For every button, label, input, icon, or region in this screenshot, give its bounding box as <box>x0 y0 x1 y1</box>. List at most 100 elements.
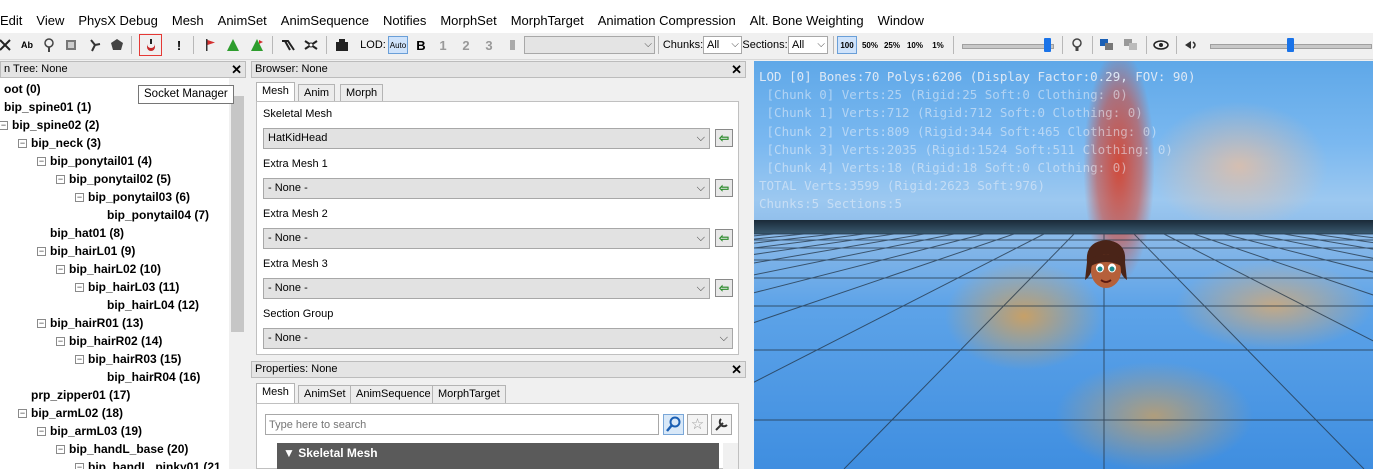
menu-edit[interactable]: Edit <box>0 9 29 33</box>
collapse-icon[interactable]: − <box>56 337 65 346</box>
tree-item[interactable]: bip_ponytail03 (6) <box>88 188 190 206</box>
collapse-icon[interactable]: − <box>0 121 8 130</box>
tree-item[interactable]: bip_hat01 (8) <box>50 224 124 242</box>
red-flag-icon[interactable] <box>201 35 219 55</box>
tree-item[interactable]: bip_hairR01 (13) <box>50 314 143 332</box>
tree-item[interactable]: bip_handL_base (20) <box>69 440 188 458</box>
collapse-icon[interactable]: − <box>18 409 27 418</box>
tree-item[interactable]: bip_ponytail01 (4) <box>50 152 152 170</box>
collapse-icon[interactable]: − <box>37 247 46 256</box>
tree-item[interactable]: bip_hairR02 (14) <box>69 332 162 350</box>
mesh-select[interactable]: - None - ⌵ <box>263 278 710 299</box>
collapse-icon[interactable]: − <box>37 427 46 436</box>
tree-scrollbar[interactable] <box>229 78 246 469</box>
eye-icon[interactable] <box>1152 35 1170 55</box>
tree-item[interactable]: bip_spine01 (1) <box>4 98 91 116</box>
zoom-100-button[interactable]: 100 <box>837 36 857 54</box>
tree-item[interactable]: bip_hairL03 (11) <box>88 278 179 296</box>
close-icon[interactable]: ✕ <box>731 62 742 77</box>
exclamation-icon[interactable]: ! <box>172 35 186 55</box>
collapse-icon[interactable]: − <box>18 139 27 148</box>
close-icon[interactable]: ✕ <box>731 362 742 377</box>
collapse-icon[interactable]: − <box>37 157 46 166</box>
tree-item[interactable]: bip_handL_pinky01 (21 <box>88 458 221 469</box>
use-selected-arrow-icon[interactable]: ⇦ <box>715 179 733 197</box>
playback-slider-thumb[interactable] <box>1044 38 1051 52</box>
menu-view[interactable]: View <box>29 9 71 33</box>
camera-icon[interactable] <box>333 35 351 55</box>
zoom-10-button[interactable]: 10% <box>905 35 925 55</box>
green-triangle-icon[interactable] <box>224 35 242 55</box>
lod-2-button[interactable]: 2 <box>459 35 473 55</box>
green-triangle-flag-icon[interactable] <box>248 35 266 55</box>
use-selected-arrow-icon[interactable]: ⇦ <box>715 129 733 147</box>
tab-props-animsequence[interactable]: AnimSequence <box>350 385 437 403</box>
tree-item[interactable]: oot (0) <box>4 80 41 98</box>
menu-animsequence[interactable]: AnimSequence <box>274 9 376 33</box>
collapse-icon[interactable]: − <box>56 445 65 454</box>
use-selected-arrow-icon[interactable]: ⇦ <box>715 279 733 297</box>
tree-item[interactable]: bip_armL02 (18) <box>31 404 123 422</box>
collapse-icon[interactable]: − <box>75 355 84 364</box>
lod-1-button[interactable]: 1 <box>436 35 450 55</box>
collapse-icon[interactable]: − <box>37 319 46 328</box>
tree-item[interactable]: bip_armL03 (19) <box>50 422 142 440</box>
mesh-select[interactable]: - None - ⌵ <box>263 178 710 199</box>
tree-item[interactable]: bip_ponytail04 (7) <box>107 206 209 224</box>
bone-names-icon[interactable]: Ab <box>18 35 36 55</box>
collapse-icon[interactable]: − <box>75 463 84 469</box>
wind-icon[interactable] <box>1182 35 1202 55</box>
collapse-icon[interactable]: − <box>75 283 84 292</box>
tab-morph[interactable]: Morph <box>340 84 384 102</box>
use-selected-arrow-icon[interactable]: ⇦ <box>715 229 733 247</box>
menu-notifies[interactable]: Notifies <box>376 9 433 33</box>
physics-icon[interactable] <box>302 35 320 55</box>
playback-slider-track[interactable] <box>962 44 1054 49</box>
tree-item[interactable]: bip_spine02 (2) <box>12 116 99 134</box>
skeleton-icon[interactable] <box>86 35 104 55</box>
mesh-select[interactable]: - None - ⌵ <box>263 328 733 349</box>
tab-mesh[interactable]: Mesh <box>256 82 295 102</box>
mesh-select[interactable]: HatKidHead ⌵ <box>263 128 710 149</box>
search-icon[interactable] <box>663 414 684 435</box>
wrench-icon[interactable] <box>711 414 732 435</box>
wireframe-icon[interactable] <box>62 35 80 55</box>
bone-icon[interactable] <box>0 35 12 55</box>
socket-manager-button[interactable] <box>139 34 162 56</box>
paste-icon[interactable] <box>1122 35 1140 55</box>
light-bulb-icon[interactable] <box>1068 35 1086 55</box>
menu-mesh[interactable]: Mesh <box>165 9 211 33</box>
tab-props-morphtarget[interactable]: MorphTarget <box>432 385 506 403</box>
collapse-icon[interactable]: − <box>56 175 65 184</box>
chunks-select[interactable]: All ⌵ <box>703 36 742 54</box>
lod-extra-icon[interactable] <box>506 35 520 55</box>
zoom-50-button[interactable]: 50% <box>860 35 880 55</box>
tab-props-mesh[interactable]: Mesh <box>256 383 295 403</box>
skeletal-mesh-category[interactable]: ▼ Skeletal Mesh <box>277 443 719 469</box>
tree-item[interactable]: prp_zipper01 (17) <box>31 386 130 404</box>
mesh-select[interactable]: - None - ⌵ <box>263 228 710 249</box>
collapse-icon[interactable]: − <box>75 193 84 202</box>
tree-item[interactable]: bip_hairR04 (16) <box>107 368 200 386</box>
menu-morphtarget[interactable]: MorphTarget <box>504 9 591 33</box>
properties-scrollbar[interactable] <box>723 443 738 469</box>
properties-search-input[interactable] <box>265 414 659 435</box>
tab-props-animset[interactable]: AnimSet <box>298 385 352 403</box>
tree-item[interactable]: bip_hairR03 (15) <box>88 350 181 368</box>
viewport[interactable]: LOD [0] Bones:70 Polys:6206 (Display Fac… <box>754 61 1373 469</box>
menu-physx-debug[interactable]: PhysX Debug <box>71 9 165 33</box>
menu-animation-compression[interactable]: Animation Compression <box>591 9 743 33</box>
wind-slider-thumb[interactable] <box>1287 38 1294 52</box>
shield-icon[interactable] <box>108 35 126 55</box>
zoom-25-button[interactable]: 25% <box>882 35 902 55</box>
tree-scrollbar-thumb[interactable] <box>231 96 244 332</box>
collapse-icon[interactable]: − <box>56 265 65 274</box>
menu-morphset[interactable]: MorphSet <box>433 9 503 33</box>
tree-item[interactable]: bip_neck (3) <box>31 134 101 152</box>
lod-auto-button[interactable]: Auto <box>388 36 408 54</box>
tree-item[interactable]: bip_hairL04 (12) <box>107 296 199 314</box>
sphere-icon[interactable] <box>40 35 58 55</box>
menu-alt-bone-weighting[interactable]: Alt. Bone Weighting <box>743 9 871 33</box>
lod-base-button[interactable]: B <box>413 35 429 55</box>
tree-item[interactable]: bip_ponytail02 (5) <box>69 170 171 188</box>
